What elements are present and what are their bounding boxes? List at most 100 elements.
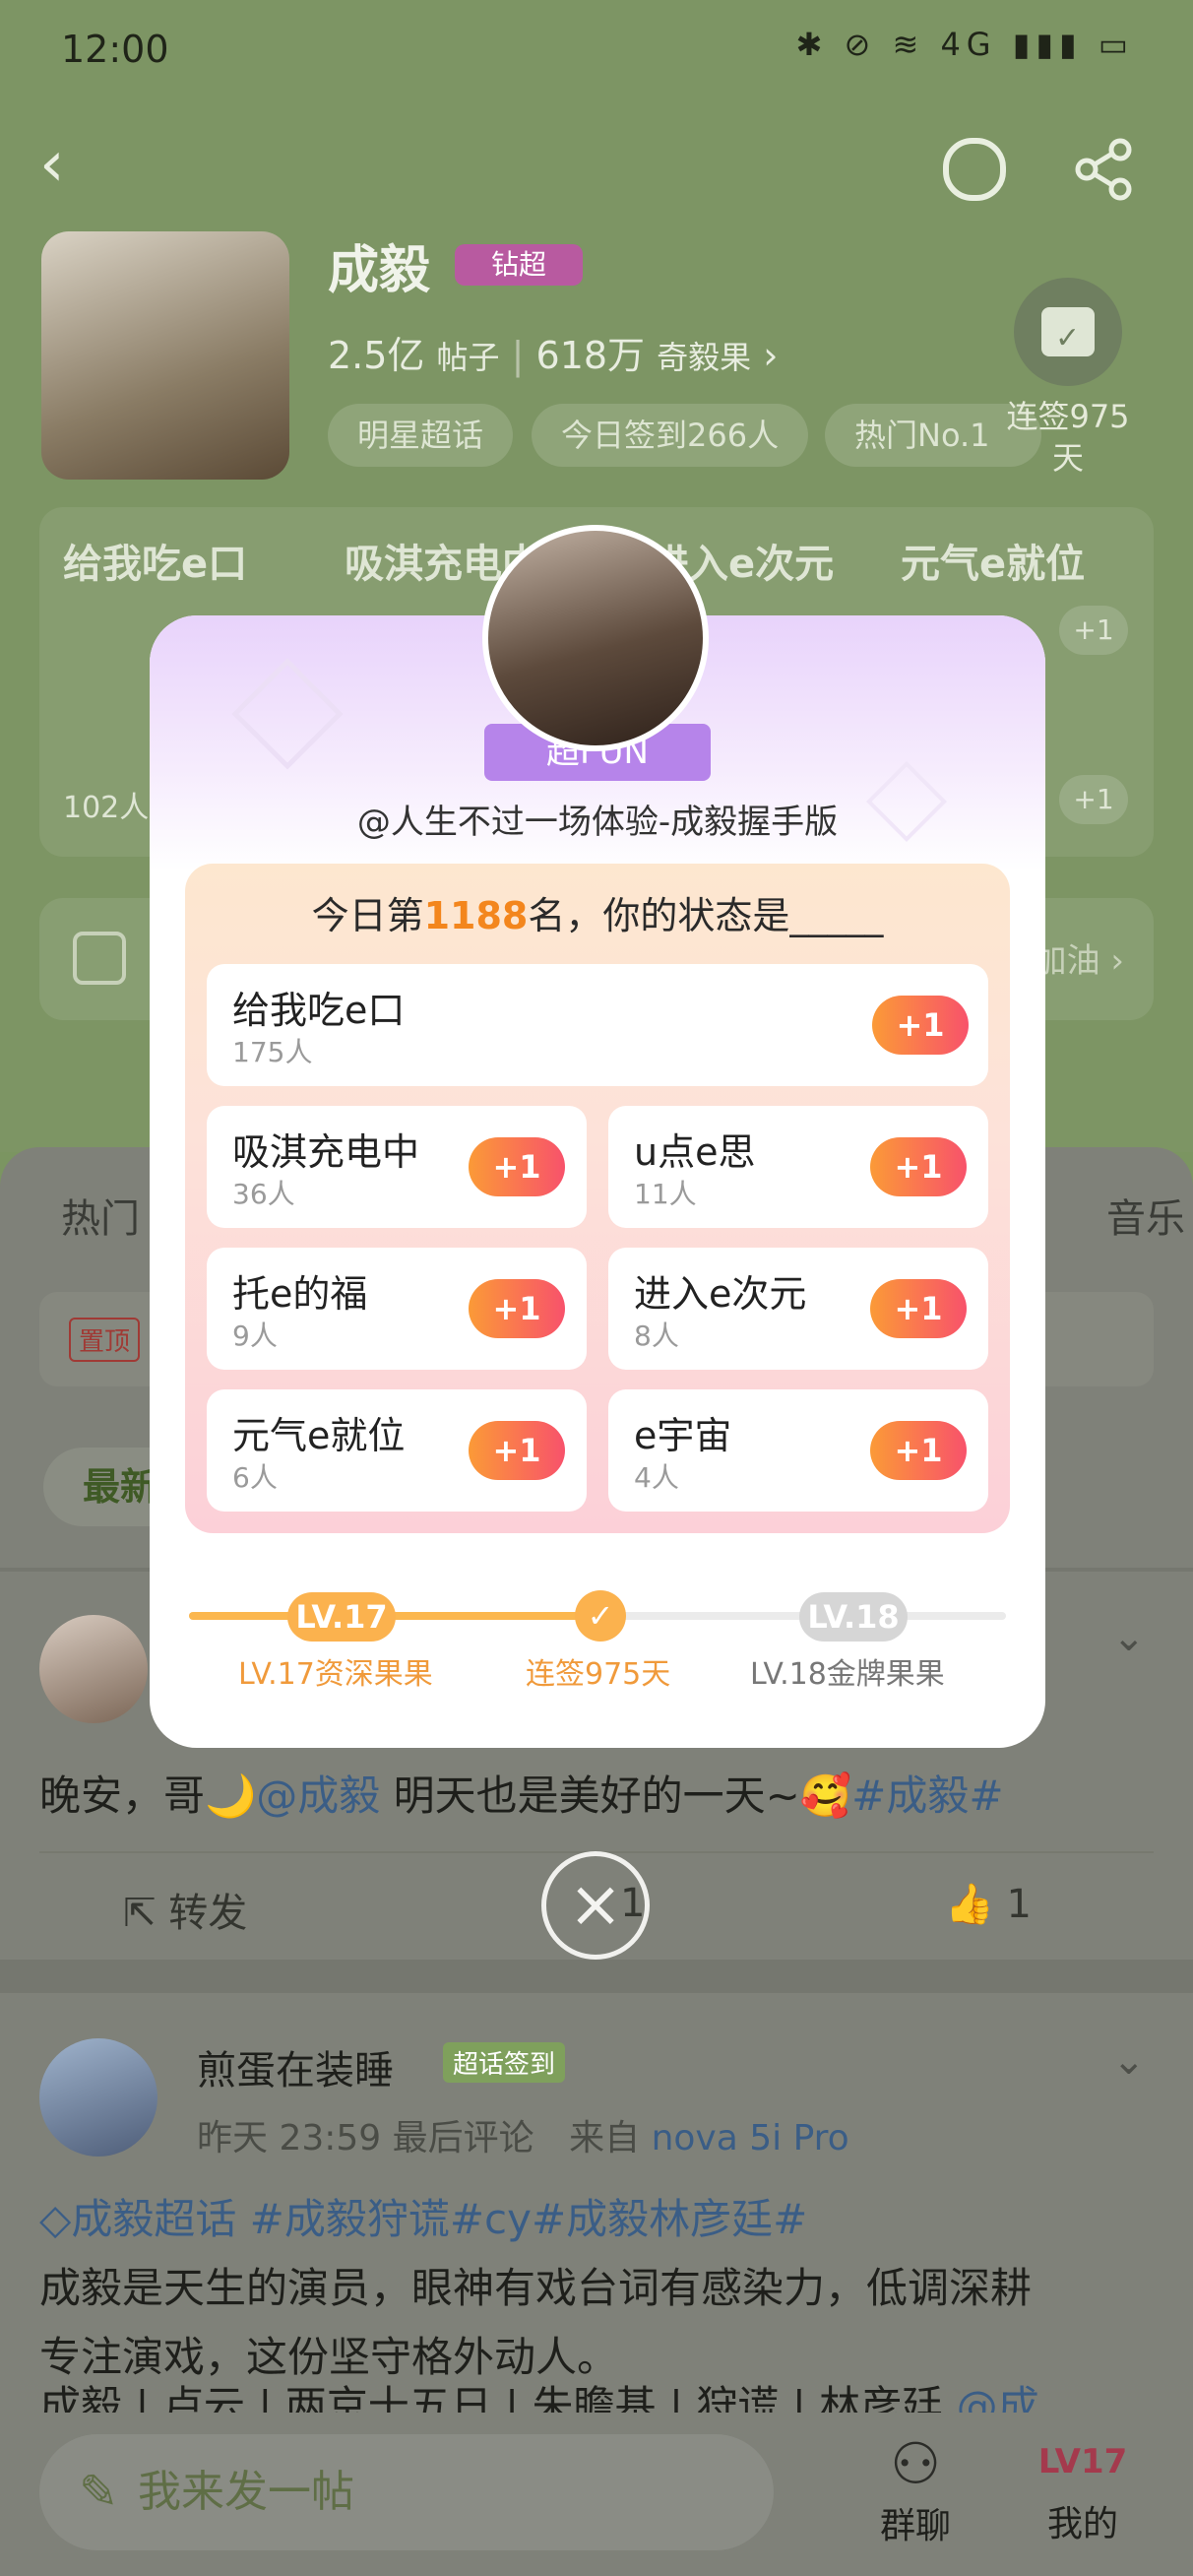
plus-one-button[interactable]: +1	[469, 1137, 565, 1196]
panel-title-suffix: 名，你的状态是_____	[528, 894, 884, 937]
search-icon[interactable]	[943, 138, 1006, 201]
user-handle: @人生不过一场体验-成毅握手版	[356, 803, 839, 842]
status-option[interactable]: 进入e次元 8人 +1	[608, 1248, 988, 1370]
option-count: 36人	[232, 1178, 295, 1210]
bg-status-item-1: 给我吃e口	[63, 542, 248, 587]
like-count: 1	[1006, 1882, 1032, 1927]
close-icon[interactable]: ×	[541, 1851, 650, 1960]
bg-plus-button: +1	[1059, 606, 1128, 655]
rank-number: 1188	[423, 894, 529, 937]
post2-line1: 成毅是天生的演员，眼神有戏台词有感染力，低调深耕	[39, 2264, 1033, 2312]
plus-one-button[interactable]: +1	[469, 1279, 565, 1338]
level-badge: LV17	[1037, 2442, 1128, 2481]
diamond-badge: 钻超	[455, 244, 583, 286]
option-label: u点e思	[634, 1130, 756, 1174]
back-icon[interactable]: ‹	[39, 128, 65, 201]
post2-line3: 成毅 | 卢云 | 两京十五日 | 朱瞻基 | 狩谎 | 林彦廷 @成	[39, 2373, 1039, 2413]
compose-label: 我来发一帖	[138, 2467, 354, 2517]
like-button[interactable]: 👍 1	[945, 1881, 1032, 1927]
post2-tags-text[interactable]: 成毅超话 #成毅狩谎#cy#成毅林彦廷#	[71, 2195, 807, 2243]
post2-source-prefix: 来自	[569, 2118, 641, 2158]
post1-hashtag[interactable]: #成毅#	[851, 1771, 1003, 1820]
group-chat-label: 群聊	[879, 2506, 951, 2546]
check-icon: ✓	[575, 1590, 626, 1642]
bg-status-item-4: 元气e就位	[901, 542, 1086, 587]
status-option[interactable]: 给我吃e口 175人 +1	[207, 964, 988, 1086]
bg-plus-button: +1	[1059, 775, 1128, 824]
status-options-panel: 今日第1188名，你的状态是_____ 给我吃e口 175人 +1 吸淇充电中 …	[185, 864, 1010, 1533]
streak-label: 连签975天	[526, 1657, 671, 1692]
section-gap	[0, 1960, 1193, 1993]
forward-label: 转发	[168, 1891, 248, 1936]
pencil-icon: ✎	[79, 2465, 119, 2520]
post2-author[interactable]: 煎蛋在装睡	[197, 2038, 394, 2095]
group-icon: ⚇	[890, 2430, 941, 2497]
profile-stats[interactable]: 2.5亿 帖子 | 618万 奇毅果 ›	[328, 325, 778, 379]
profile-avatar[interactable]	[41, 231, 289, 480]
option-count: 8人	[634, 1320, 679, 1352]
status-option[interactable]: 吸淇充电中 36人 +1	[207, 1106, 587, 1228]
chip-star-topic[interactable]: 明星超话	[328, 404, 514, 467]
option-count: 6人	[232, 1461, 278, 1494]
option-count: 175人	[232, 1036, 313, 1068]
level-next-label: LV.18金牌果果	[750, 1657, 945, 1692]
mine-label: 我的	[1046, 2504, 1118, 2544]
panel-title: 今日第1188名，你的状态是_____	[185, 885, 1010, 939]
post1-text[interactable]: 晚安，哥🌙@成毅 明天也是美好的一天~🥰#成毅#	[39, 1763, 1154, 1823]
post2-time: 昨天 23:59 最后评论	[197, 2118, 534, 2158]
post2-line3-link[interactable]: @成	[957, 2382, 1039, 2413]
plus-one-button[interactable]: +1	[870, 1137, 967, 1196]
status-bar: 12:00 ✱ ⊘ ≋ 4G ▮▮▮ ▭	[0, 0, 1193, 98]
forward-icon: ⇱	[123, 1891, 157, 1936]
post1-text-mid: 明天也是美好的一天~🥰	[380, 1771, 852, 1820]
status-option[interactable]: e宇宙 4人 +1	[608, 1389, 988, 1512]
share-icon[interactable]	[1073, 138, 1136, 201]
option-count: 11人	[634, 1178, 697, 1210]
forward-button[interactable]: ⇱ 转发	[123, 1881, 247, 1938]
option-label: e宇宙	[634, 1414, 732, 1457]
modal-avatar	[482, 525, 709, 751]
chip-today-signin[interactable]: 今日签到266人	[532, 404, 809, 467]
plus-one-button[interactable]: +1	[469, 1421, 565, 1480]
thumb-up-icon: 👍	[945, 1882, 994, 1927]
post1-text-prefix: 晚安，哥🌙	[39, 1771, 257, 1820]
chevron-down-icon[interactable]: ⌄	[1112, 1615, 1146, 1660]
option-label: 进入e次元	[634, 1272, 807, 1316]
status-time: 12:00	[61, 28, 169, 71]
level-current-label: LV.17资深果果	[238, 1657, 433, 1692]
level-next-pill: LV.18	[799, 1592, 908, 1642]
group-chat-button[interactable]: ⚇ 群聊	[866, 2430, 965, 2548]
status-option[interactable]: 元气e就位 6人 +1	[207, 1389, 587, 1512]
plus-one-button[interactable]: +1	[872, 996, 969, 1055]
post2-source[interactable]: nova 5i Pro	[652, 2118, 849, 2158]
post2-avatar[interactable]	[39, 2038, 157, 2157]
chevron-right-icon: ›	[763, 334, 779, 377]
post2-tags[interactable]: ◇成毅超话 #成毅狩谎#cy#成毅林彦廷#	[39, 2186, 807, 2246]
option-label: 吸淇充电中	[232, 1130, 420, 1174]
post1-mention[interactable]: @成毅	[256, 1771, 380, 1820]
diamond-icon: ◇	[39, 2195, 72, 2243]
fans-label: 奇毅果	[657, 339, 752, 376]
plus-one-button[interactable]: +1	[870, 1279, 967, 1338]
tab-music[interactable]: 音乐	[1106, 1187, 1185, 1244]
calendar-check-icon[interactable]: ✓	[1014, 278, 1122, 386]
edit-icon	[73, 932, 126, 985]
posts-count: 2.5亿	[328, 334, 425, 377]
option-label: 给我吃e口	[232, 989, 406, 1032]
post2-line3-text: 成毅 | 卢云 | 两京十五日 | 朱瞻基 | 狩谎 | 林彦廷	[39, 2382, 944, 2413]
posts-label: 帖子	[436, 339, 500, 376]
bg-count: 102人	[63, 791, 150, 825]
bg-bar-right: 加油 ›	[1033, 941, 1124, 981]
option-label: 托e的福	[232, 1272, 368, 1316]
plus-one-button[interactable]: +1	[870, 1421, 967, 1480]
chevron-down-icon[interactable]: ⌄	[1112, 2038, 1146, 2084]
status-option[interactable]: 托e的福 9人 +1	[207, 1248, 587, 1370]
tab-hot[interactable]: 热门	[61, 1187, 140, 1244]
mine-button[interactable]: LV17 我的	[1014, 2430, 1152, 2546]
fans-count: 618万	[535, 334, 646, 377]
status-option[interactable]: u点e思 11人 +1	[608, 1106, 988, 1228]
post2-badge: 超话签到	[443, 2042, 566, 2083]
compose-button[interactable]: 我来发一帖	[39, 2434, 774, 2550]
post1-avatar[interactable]	[39, 1615, 148, 1723]
profile-name: 成毅	[328, 241, 431, 300]
